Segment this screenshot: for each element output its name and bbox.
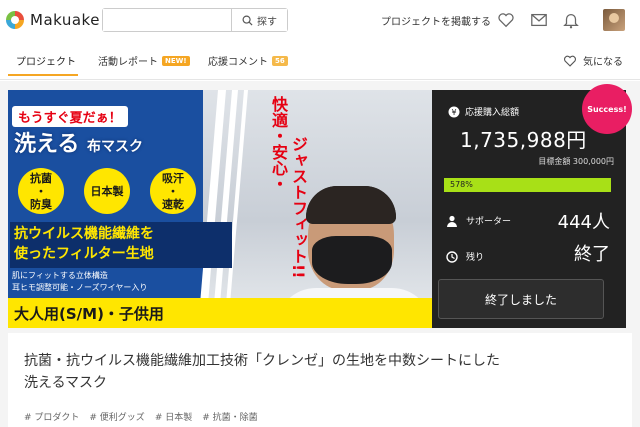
makuake-logo[interactable]: Makuake [6,11,100,29]
progress-bar: 578% [444,178,611,192]
search-icon [242,15,253,26]
project-title: 抗菌・抗ウイルス機能繊維加工技術「クレンゼ」の生地を中数シートにした 洗えるマス… [24,350,614,394]
project-title-line-1: 抗菌・抗ウイルス機能繊維加工技術「クレンゼ」の生地を中数シートにした [24,353,500,369]
antivirus-line-2: 使ったフィルター生地 [14,246,154,262]
antivirus-line-1: 抗ウイルス機能繊維を [14,226,154,242]
tab-activity-report-label: 活動レポート [98,57,158,68]
goal-amount: 目標金額 300,000円 [538,157,614,166]
success-badge: Success! [582,84,632,134]
search-box: 探す [102,8,288,32]
vertical-text-comfort: 快適・安心・ [269,96,288,192]
tab-activity-report[interactable]: 活動レポート NEW! [98,53,190,68]
project-title-line-2: 洗えるマスク [24,375,108,391]
total-amount: 1,735,988円 [460,128,587,152]
tag-made-in-japan[interactable]: # 日本製 [155,410,192,423]
model-hair-top [306,186,396,224]
total-label-row: ¥ 応援購入総額 [448,105,519,118]
heart-icon[interactable] [497,11,515,29]
logo-mark-icon [6,11,24,29]
mail-icon[interactable] [530,11,548,29]
logo-text: Makuake [30,11,100,29]
active-tab-indicator [8,74,78,76]
feature-circle-quick-dry: 吸汗 ・ 速乾 [150,168,196,214]
remaining-label: 残り [466,253,485,263]
model-mask [312,236,392,284]
hero-washable: 洗える [14,132,80,157]
remaining-value: 終了 [574,244,610,265]
favorite-button[interactable]: 気になる [563,53,623,68]
new-badge: NEW! [162,55,190,66]
person-icon [447,215,457,227]
clock-icon [446,250,458,263]
supporters-row: サポーター [446,214,511,227]
yen-icon: ¥ [448,106,460,117]
search-button-label: 探す [257,16,277,28]
bell-icon[interactable] [562,11,580,29]
supporters-label: サポーター [466,217,512,227]
comment-count-badge: 56 [272,55,288,66]
hero-headline: 洗える 布マスク [14,126,143,158]
ended-button[interactable]: 終了しました [438,279,604,319]
vertical-text-fit: ジャストフィット!! [289,136,308,279]
hero-stripes [198,90,248,328]
feature-circle-antibacterial: 抗菌 ・ 防臭 [18,168,64,214]
feature-circle-made-in-japan: 日本製 [84,168,130,214]
supporters-value: 444人 [557,212,610,233]
post-project-link[interactable]: プロジェクトを掲載する [381,13,491,28]
site-header: Makuake 探す プロジェクトを掲載する [0,0,640,40]
favorite-label: 気になる [583,57,623,68]
tab-project-label: プロジェクト [16,57,76,68]
feature-line-1: 肌にフィットする立体構造 [12,271,108,280]
progress-text: 578% [450,180,473,189]
tab-project[interactable]: プロジェクト [16,53,76,68]
project-tabs: プロジェクト 活動レポート NEW! 応援コメント 56 [0,40,640,80]
project-tags: # プロダクト # 便利グッズ # 日本製 # 抗菌・除菌 [24,410,258,423]
tag-product[interactable]: # プロダクト [24,410,79,423]
antivirus-banner: 抗ウイルス機能繊維を 使ったフィルター生地 [10,222,232,268]
feature-line-2: 耳ヒモ調整可能・ノーズワイヤー入り [12,283,148,292]
remaining-row: 残り [446,250,484,263]
svg-text:¥: ¥ [451,108,456,117]
tag-antibacterial[interactable]: # 抗菌・除菌 [202,410,257,423]
hero-soon-summer: もうすぐ夏だぁ！ [12,106,128,127]
hero-cloth-mask: 布マスク [87,139,144,155]
heart-outline-icon [564,55,576,67]
hero-sizes-banner: 大人用(S/M)・子供用 [8,298,432,328]
tab-comments-label: 応援コメント [208,57,268,68]
hero-features: 肌にフィットする立体構造 耳ヒモ調整可能・ノーズワイヤー入り [12,270,147,294]
search-button[interactable]: 探す [231,9,287,31]
user-avatar[interactable] [603,9,625,31]
tag-useful-goods[interactable]: # 便利グッズ [89,410,144,423]
tab-comments[interactable]: 応援コメント 56 [208,53,288,68]
total-label: 応援購入総額 [465,108,520,118]
search-input[interactable] [103,9,231,31]
